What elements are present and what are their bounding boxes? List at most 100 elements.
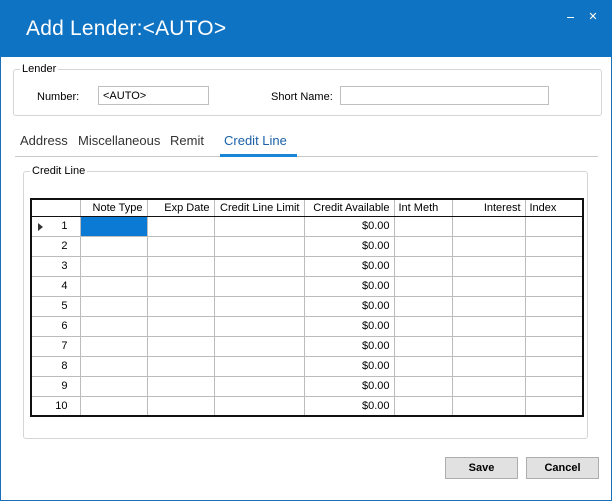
exp-date-cell[interactable]: [146, 255, 215, 277]
credit-line-limit-cell[interactable]: [213, 315, 305, 337]
note-type-cell[interactable]: [79, 215, 148, 237]
table-row[interactable]: 6 $0.00: [30, 315, 584, 337]
interest-cell[interactable]: [451, 235, 526, 257]
int-meth-cell[interactable]: [393, 335, 453, 357]
credit-available-cell[interactable]: $0.00: [303, 295, 395, 317]
exp-date-cell[interactable]: [146, 315, 215, 337]
int-meth-cell[interactable]: [393, 215, 453, 237]
credit-line-limit-cell[interactable]: [213, 215, 305, 237]
interest-cell[interactable]: [451, 215, 526, 237]
index-cell[interactable]: [524, 235, 584, 257]
row-header[interactable]: 9: [30, 375, 81, 397]
row-header[interactable]: 4: [30, 275, 81, 297]
credit-available-cell[interactable]: $0.00: [303, 255, 395, 277]
row-header[interactable]: 2: [30, 235, 81, 257]
int-meth-cell[interactable]: [393, 295, 453, 317]
row-header[interactable]: 8: [30, 355, 81, 377]
interest-cell[interactable]: [451, 255, 526, 277]
row-header[interactable]: 10: [30, 395, 81, 417]
interest-cell[interactable]: [451, 355, 526, 377]
row-header[interactable]: 3: [30, 255, 81, 277]
credit-line-limit-cell[interactable]: [213, 235, 305, 257]
index-cell[interactable]: [524, 215, 584, 237]
credit-available-cell[interactable]: $0.00: [303, 375, 395, 397]
exp-date-cell[interactable]: [146, 275, 215, 297]
interest-cell[interactable]: [451, 275, 526, 297]
credit-available-cell[interactable]: $0.00: [303, 335, 395, 357]
note-type-cell[interactable]: [79, 395, 148, 417]
credit-line-limit-cell[interactable]: [213, 295, 305, 317]
exp-date-cell[interactable]: [146, 375, 215, 397]
short-name-field[interactable]: [340, 86, 549, 105]
note-type-cell[interactable]: [79, 355, 148, 377]
row-header[interactable]: 5: [30, 295, 81, 317]
note-type-cell[interactable]: [79, 255, 148, 277]
credit-available-cell[interactable]: $0.00: [303, 275, 395, 297]
table-row[interactable]: 8 $0.00: [30, 355, 584, 377]
interest-cell[interactable]: [451, 295, 526, 317]
number-field[interactable]: [98, 86, 209, 105]
credit-line-limit-cell[interactable]: [213, 255, 305, 277]
int-meth-cell[interactable]: [393, 255, 453, 277]
note-type-cell[interactable]: [79, 275, 148, 297]
interest-cell[interactable]: [451, 375, 526, 397]
table-row[interactable]: 9 $0.00: [30, 375, 584, 397]
credit-line-limit-cell[interactable]: [213, 375, 305, 397]
index-cell[interactable]: [524, 375, 584, 397]
exp-date-cell[interactable]: [146, 335, 215, 357]
close-button[interactable]: ✕: [585, 10, 601, 24]
column-header-credit-available[interactable]: Credit Available: [303, 198, 395, 217]
index-cell[interactable]: [524, 255, 584, 277]
note-type-cell[interactable]: [79, 375, 148, 397]
credit-available-cell[interactable]: $0.00: [303, 215, 395, 237]
interest-cell[interactable]: [451, 395, 526, 417]
table-row[interactable]: 1 $0.00: [30, 215, 584, 237]
index-cell[interactable]: [524, 315, 584, 337]
index-cell[interactable]: [524, 275, 584, 297]
index-cell[interactable]: [524, 295, 584, 317]
table-row[interactable]: 7 $0.00: [30, 335, 584, 357]
column-header-int-meth[interactable]: Int Meth: [393, 198, 453, 217]
tab-miscellaneous[interactable]: Miscellaneous: [78, 133, 160, 148]
cancel-button[interactable]: Cancel: [526, 457, 599, 479]
exp-date-cell[interactable]: [146, 215, 215, 237]
column-header-note-type[interactable]: Note Type: [79, 198, 148, 217]
table-row[interactable]: 2 $0.00: [30, 235, 584, 257]
note-type-cell[interactable]: [79, 235, 148, 257]
exp-date-cell[interactable]: [146, 235, 215, 257]
column-header-interest[interactable]: Interest: [451, 198, 526, 217]
credit-available-cell[interactable]: $0.00: [303, 395, 395, 417]
credit-available-cell[interactable]: $0.00: [303, 235, 395, 257]
column-header-index[interactable]: Index: [524, 198, 584, 217]
credit-line-limit-cell[interactable]: [213, 275, 305, 297]
int-meth-cell[interactable]: [393, 375, 453, 397]
row-header[interactable]: 7: [30, 335, 81, 357]
note-type-cell[interactable]: [79, 335, 148, 357]
credit-available-cell[interactable]: $0.00: [303, 315, 395, 337]
int-meth-cell[interactable]: [393, 355, 453, 377]
interest-cell[interactable]: [451, 335, 526, 357]
credit-available-cell[interactable]: $0.00: [303, 355, 395, 377]
row-header[interactable]: 6: [30, 315, 81, 337]
int-meth-cell[interactable]: [393, 235, 453, 257]
credit-line-limit-cell[interactable]: [213, 355, 305, 377]
tab-remit[interactable]: Remit: [170, 133, 204, 148]
index-cell[interactable]: [524, 335, 584, 357]
table-row[interactable]: 3 $0.00: [30, 255, 584, 277]
index-cell[interactable]: [524, 395, 584, 417]
table-row[interactable]: 5 $0.00: [30, 295, 584, 317]
index-cell[interactable]: [524, 355, 584, 377]
int-meth-cell[interactable]: [393, 395, 453, 417]
credit-line-limit-cell[interactable]: [213, 335, 305, 357]
note-type-cell[interactable]: [79, 295, 148, 317]
note-type-cell[interactable]: [79, 315, 148, 337]
interest-cell[interactable]: [451, 315, 526, 337]
save-button[interactable]: Save: [445, 457, 518, 479]
exp-date-cell[interactable]: [146, 395, 215, 417]
tab-credit-line[interactable]: Credit Line: [224, 133, 287, 148]
table-row[interactable]: 4 $0.00: [30, 275, 584, 297]
row-header[interactable]: 1: [30, 215, 81, 237]
tab-address[interactable]: Address: [20, 133, 68, 148]
exp-date-cell[interactable]: [146, 355, 215, 377]
credit-line-limit-cell[interactable]: [213, 395, 305, 417]
